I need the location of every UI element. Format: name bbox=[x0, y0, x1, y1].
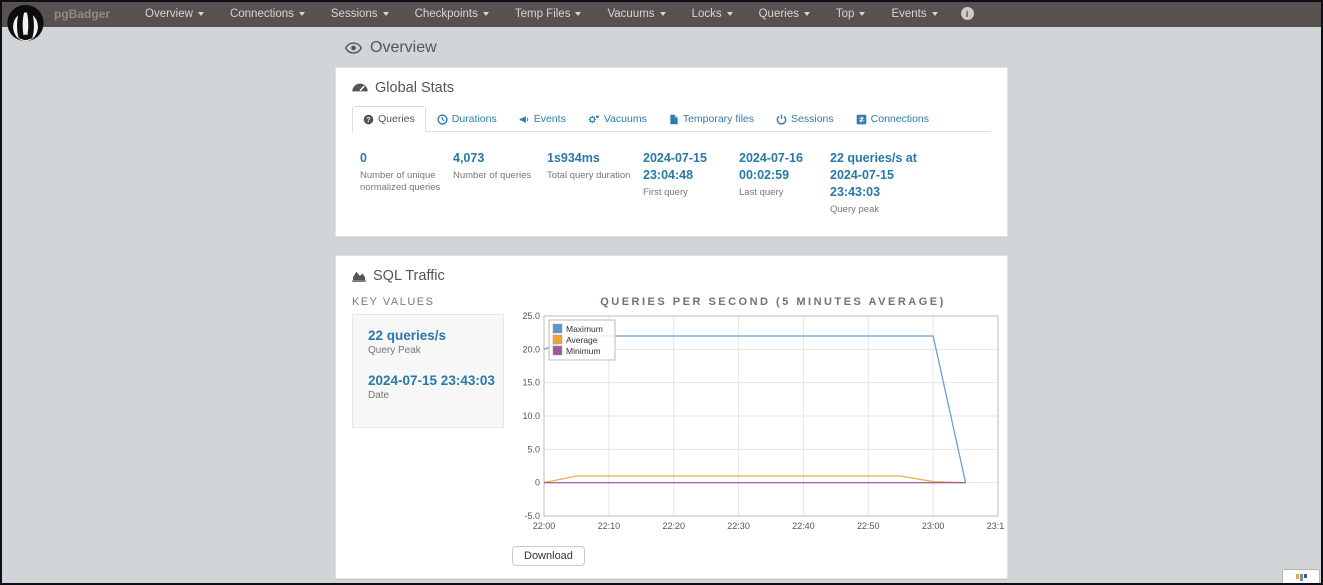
mini-bar-icon bbox=[1300, 574, 1303, 581]
caret-down-icon bbox=[198, 12, 204, 16]
nav-item-temp-files[interactable]: Temp Files bbox=[502, 0, 595, 27]
area-chart-icon bbox=[352, 270, 366, 282]
caret-down-icon bbox=[483, 12, 489, 16]
tab-durations[interactable]: Durations bbox=[426, 106, 508, 132]
info-circle-icon[interactable]: i bbox=[961, 7, 974, 20]
svg-text:22:10: 22:10 bbox=[598, 521, 621, 531]
svg-text:23:10: 23:10 bbox=[987, 521, 1004, 531]
svg-text:5.0: 5.0 bbox=[527, 444, 540, 454]
question-circle-icon: ? bbox=[363, 114, 374, 125]
stat-query-peak: 22 queries/s at 2024-07-15 23:43:03 Quer… bbox=[830, 150, 960, 216]
nav-item-overview[interactable]: Overview bbox=[132, 0, 217, 27]
svg-text:-5.0: -5.0 bbox=[524, 511, 540, 521]
file-icon bbox=[669, 114, 679, 125]
stat-unique-queries: 0 Number of unique normalized queries bbox=[360, 150, 453, 216]
nav-item-label: Checkpoints bbox=[415, 8, 478, 20]
mini-bar-icon bbox=[1296, 574, 1299, 579]
page-title-text: Overview bbox=[370, 39, 437, 57]
cogs-icon bbox=[588, 114, 600, 125]
nav-item-checkpoints[interactable]: Checkpoints bbox=[402, 0, 502, 27]
tachometer-icon bbox=[352, 82, 368, 94]
tab-sessions[interactable]: Sessions bbox=[765, 106, 845, 132]
tab-queries[interactable]: ? Queries bbox=[352, 106, 426, 132]
download-button[interactable]: Download bbox=[512, 546, 585, 566]
key-value-query-peak: 22 queries/s bbox=[368, 328, 503, 343]
global-stats-values: 0 Number of unique normalized queries 4,… bbox=[352, 146, 991, 224]
nav-item-events[interactable]: Events bbox=[878, 0, 950, 27]
global-stats-title: Global Stats bbox=[352, 80, 991, 96]
caret-down-icon bbox=[859, 12, 865, 16]
stat-total-duration: 1s934ms Total query duration bbox=[547, 150, 643, 216]
caret-down-icon bbox=[575, 12, 581, 16]
svg-text:15.0: 15.0 bbox=[522, 378, 540, 388]
queries-per-second-chart: -5.0 0 5.0 10.0 15.0 20.0 25.0 22:00 22:10 22:20 2… bbox=[512, 308, 1004, 538]
brand: pgBadger bbox=[54, 7, 110, 21]
nav-item-label: Overview bbox=[145, 8, 193, 20]
nav-item-label: Queries bbox=[759, 8, 799, 20]
chart-column: QUERIES PER SECOND (5 MINUTES AVERAGE) -… bbox=[512, 294, 1004, 566]
caret-down-icon bbox=[660, 12, 666, 16]
nav-item-vacuums[interactable]: Vacuums bbox=[594, 0, 678, 27]
key-value-date: 2024-07-15 23:43:03 bbox=[368, 373, 503, 388]
nav-item-label: Vacuums bbox=[607, 8, 654, 20]
key-values-column: KEY VALUES 22 queries/s Query Peak 2024-… bbox=[352, 294, 512, 566]
svg-text:22:00: 22:00 bbox=[533, 521, 556, 531]
svg-text:0: 0 bbox=[535, 478, 540, 488]
mini-bar-icon bbox=[1304, 574, 1307, 578]
scroll-corner-widget[interactable] bbox=[1282, 569, 1320, 585]
svg-text:Average: Average bbox=[566, 335, 598, 345]
sql-traffic-title: SQL Traffic bbox=[352, 268, 991, 284]
nav-item-label: Temp Files bbox=[515, 8, 571, 20]
stat-last-query: 2024-07-16 00:02:59 Last query bbox=[739, 150, 830, 216]
nav-item-queries[interactable]: Queries bbox=[746, 0, 823, 27]
stat-number-of-queries: 4,073 Number of queries bbox=[453, 150, 547, 216]
svg-text:22:20: 22:20 bbox=[662, 521, 685, 531]
caret-down-icon bbox=[932, 12, 938, 16]
eye-icon bbox=[345, 42, 362, 54]
clock-icon bbox=[437, 114, 448, 125]
exchange-icon bbox=[856, 114, 867, 125]
main-content: Overview Global Stats ? Queries Duration… bbox=[335, 27, 1008, 585]
caret-down-icon bbox=[383, 12, 389, 16]
global-stats-panel: Global Stats ? Queries Durations Events bbox=[335, 67, 1008, 237]
nav-item-label: Locks bbox=[692, 8, 722, 20]
caret-down-icon bbox=[299, 12, 305, 16]
power-icon bbox=[776, 114, 787, 125]
caret-down-icon bbox=[727, 12, 733, 16]
svg-text:Maximum: Maximum bbox=[566, 324, 603, 334]
svg-text:22:40: 22:40 bbox=[792, 521, 815, 531]
svg-text:23:00: 23:00 bbox=[922, 521, 945, 531]
nav-item-label: Connections bbox=[230, 8, 294, 20]
svg-text:22:30: 22:30 bbox=[727, 521, 750, 531]
global-stats-tabs: ? Queries Durations Events Vac bbox=[352, 106, 991, 132]
sql-traffic-panel: SQL Traffic KEY VALUES 22 queries/s Quer… bbox=[335, 255, 1008, 579]
svg-text:25.0: 25.0 bbox=[522, 311, 540, 321]
tab-vacuums[interactable]: Vacuums bbox=[577, 106, 658, 132]
nav-item-sessions[interactable]: Sessions bbox=[318, 0, 402, 27]
svg-text:22:50: 22:50 bbox=[857, 521, 880, 531]
stat-first-query: 2024-07-15 23:04:48 First query bbox=[643, 150, 739, 216]
navbar: pgBadger Overview Connections Sessions C… bbox=[0, 0, 1323, 27]
svg-text:10.0: 10.0 bbox=[522, 411, 540, 421]
svg-text:20.0: 20.0 bbox=[522, 344, 540, 354]
nav-item-label: Events bbox=[891, 8, 926, 20]
key-values-box: 22 queries/s Query Peak 2024-07-15 23:43… bbox=[352, 314, 504, 428]
pgbadger-logo-icon[interactable] bbox=[6, 2, 45, 44]
caret-down-icon bbox=[804, 12, 810, 16]
tab-temporary-files[interactable]: Temporary files bbox=[658, 106, 765, 132]
page-title: Overview bbox=[335, 27, 1008, 67]
tab-connections[interactable]: Connections bbox=[845, 106, 940, 132]
key-values-heading: KEY VALUES bbox=[352, 296, 512, 308]
nav-item-label: Sessions bbox=[331, 8, 378, 20]
nav-item-connections[interactable]: Connections bbox=[217, 0, 318, 27]
bullhorn-icon bbox=[519, 114, 530, 125]
nav-item-top[interactable]: Top bbox=[823, 0, 879, 27]
svg-text:?: ? bbox=[366, 116, 370, 123]
tab-events[interactable]: Events bbox=[508, 106, 577, 132]
nav-item-label: Top bbox=[836, 8, 855, 20]
svg-text:Minimum: Minimum bbox=[566, 346, 600, 356]
chart-title: QUERIES PER SECOND (5 MINUTES AVERAGE) bbox=[542, 296, 1004, 308]
nav-item-locks[interactable]: Locks bbox=[679, 0, 746, 27]
